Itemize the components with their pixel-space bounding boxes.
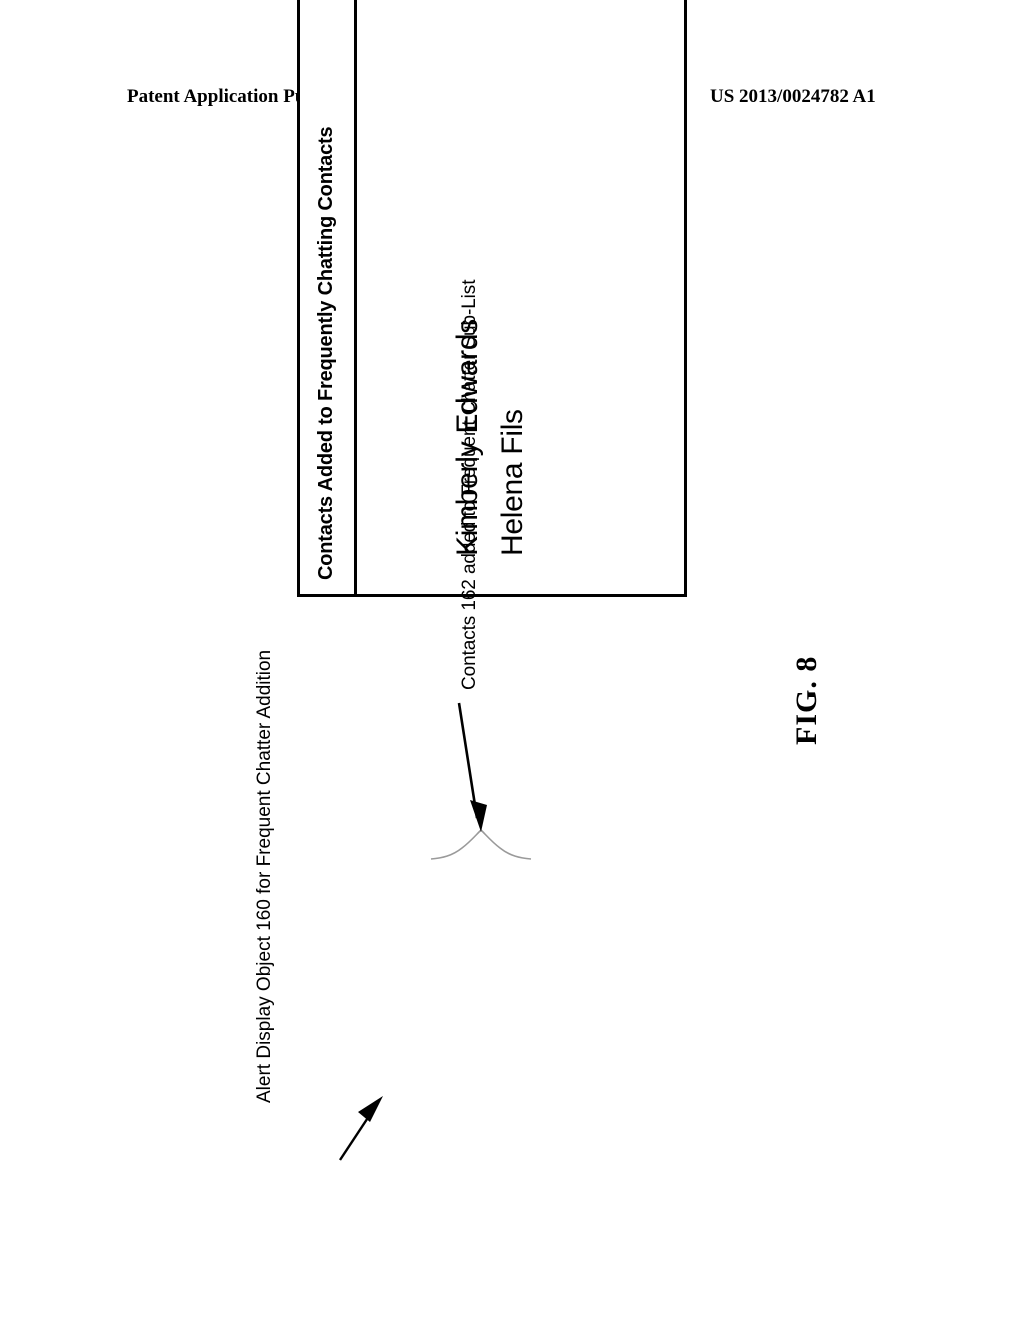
dialog-titlebar: Contacts Added to Frequently Chatting Co… — [300, 0, 357, 594]
callout-leader-line — [457, 702, 479, 819]
annotation-arrowhead — [358, 1096, 383, 1122]
callout-arrowhead — [470, 800, 487, 832]
dialog-title: Contacts Added to Frequently Chatting Co… — [315, 126, 337, 580]
callout-label: Contacts 162 added to Frequent Chatter S… — [459, 279, 480, 690]
list-item: Helena Fils — [496, 409, 529, 556]
annotation-line: Chatter — [254, 722, 275, 786]
annotation-leader-line — [338, 1103, 379, 1161]
brace-shape — [430, 828, 532, 860]
figure-stage: Contacts Added to Frequently Chatting Co… — [0, 0, 1024, 1320]
annotation-line: for Frequent — [254, 790, 275, 894]
annotation-line: Alert Display — [254, 996, 275, 1103]
alert-dialog-window: Contacts Added to Frequently Chatting Co… — [297, 0, 687, 597]
annotation-text: Alert Display Object 160 for Frequent Ch… — [252, 650, 278, 1103]
annotation-line: Addition — [254, 649, 275, 719]
annotation-line: Object 160 — [254, 899, 275, 992]
annotation-block: Alert Display Object 160 for Frequent Ch… — [252, 650, 275, 1104]
dialog-body: Kimberly Edwards Helena Fils OK — [357, 0, 684, 594]
figure-label: FIG. 8 — [790, 655, 823, 745]
